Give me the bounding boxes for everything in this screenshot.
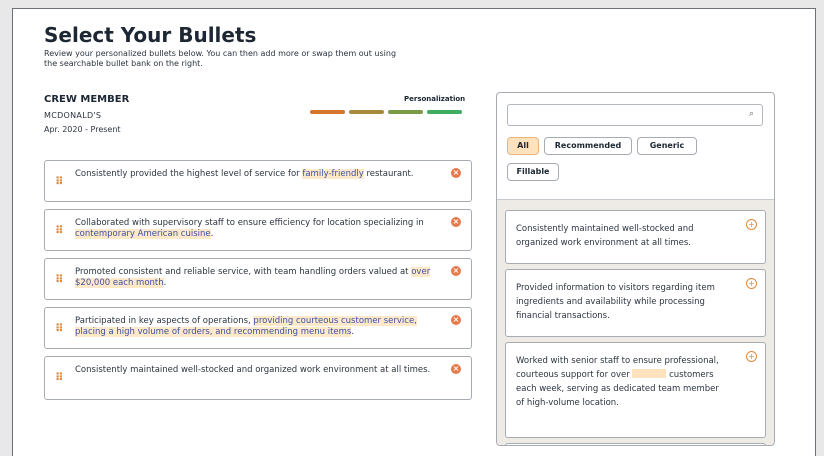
personalization-segment	[310, 110, 345, 114]
bank-item-text: Worked with senior staff to ensure profe…	[516, 356, 719, 408]
personalization-segment	[427, 110, 462, 114]
page-subtitle: Review your personalized bullets below. …	[44, 49, 397, 68]
drag-handle-icon[interactable]: ⠿	[55, 224, 64, 237]
personalization-segment	[388, 110, 423, 114]
job-title: CREW MEMBER	[44, 94, 130, 105]
personalization-label: Personalization	[404, 95, 466, 103]
bullet-text: Participated in key aspects of operation…	[75, 316, 417, 337]
employment-dates: Apr. 2020 - Present	[44, 125, 121, 134]
bullet-card[interactable]: ⠿ Participated in key aspects of operati…	[44, 307, 472, 349]
bullet-text: Collaborated with supervisory staff to e…	[75, 218, 424, 239]
bank-item[interactable]: Worked with senior staff to ensure profe…	[505, 342, 766, 438]
search-input[interactable]: ⌕	[507, 104, 763, 126]
bullet-card[interactable]: ⠿ Consistently maintained well-stocked a…	[44, 356, 472, 400]
bank-item[interactable]: Provided information to visitors regardi…	[505, 269, 766, 337]
bank-item[interactable]: Consistently maintained well-stocked and…	[505, 210, 766, 264]
fillable-blank[interactable]	[632, 369, 667, 378]
drag-handle-icon[interactable]: ⠿	[55, 273, 64, 286]
add-icon[interactable]: +	[746, 219, 757, 230]
remove-icon[interactable]: ×	[451, 266, 461, 276]
drag-handle-icon[interactable]: ⠿	[55, 175, 64, 188]
drag-handle-icon[interactable]: ⠿	[55, 322, 64, 335]
bank-list[interactable]: Consistently maintained well-stocked and…	[497, 199, 774, 445]
remove-icon[interactable]: ×	[451, 315, 461, 325]
bank-item-text: Provided information to visitors regardi…	[516, 283, 715, 321]
add-icon[interactable]: +	[746, 278, 757, 289]
bullet-card[interactable]: ⠿ Collaborated with supervisory staff to…	[44, 209, 472, 251]
filter-generic[interactable]: Generic	[637, 137, 697, 155]
remove-icon[interactable]: ×	[451, 217, 461, 227]
employer-name: MCDONALD'S	[44, 111, 102, 120]
drag-handle-icon[interactable]: ⠿	[55, 371, 64, 384]
filter-recommended[interactable]: Recommended	[544, 137, 632, 155]
search-icon[interactable]: ⌕	[749, 109, 754, 119]
bullet-card[interactable]: ⠿ Consistently provided the highest leve…	[44, 160, 472, 202]
remove-icon[interactable]: ×	[451, 168, 461, 178]
personalization-meter	[310, 110, 462, 114]
bullet-text: Consistently maintained well-stocked and…	[75, 365, 431, 375]
bank-item[interactable]	[505, 443, 766, 445]
bank-item-text: Consistently maintained well-stocked and…	[516, 224, 694, 248]
remove-icon[interactable]: ×	[451, 364, 461, 374]
filter-all[interactable]: All	[507, 137, 539, 155]
bullet-text: Consistently provided the highest level …	[75, 169, 414, 179]
filter-fillable[interactable]: Fillable	[507, 163, 559, 181]
add-icon[interactable]: +	[746, 351, 757, 362]
bullet-card[interactable]: ⠿ Promoted consistent and reliable servi…	[44, 258, 472, 300]
bullet-text: Promoted consistent and reliable service…	[75, 267, 431, 288]
personalization-segment	[349, 110, 384, 114]
bullet-bank: ⌕ All Recommended Generic Fillable Consi…	[496, 92, 775, 446]
page-title: Select Your Bullets	[44, 23, 257, 47]
